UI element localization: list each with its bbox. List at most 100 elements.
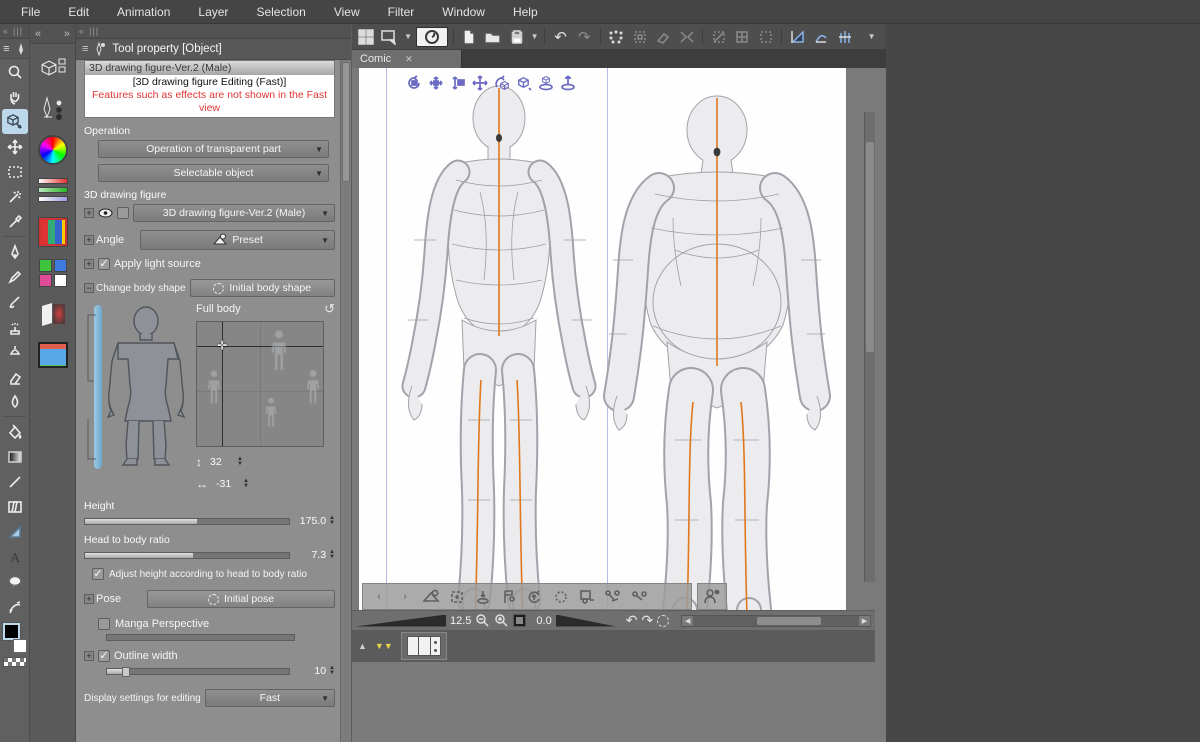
clear-icon[interactable]: [653, 27, 674, 47]
menu-filter[interactable]: Filter: [375, 0, 428, 24]
edit-figure-button[interactable]: [697, 583, 727, 610]
close-icon[interactable]: ✕: [405, 54, 413, 65]
figure-male-slim[interactable]: [384, 80, 614, 662]
hand-tool[interactable]: [2, 84, 28, 109]
blend-tool[interactable]: [2, 389, 28, 414]
frame-select-icon[interactable]: [756, 27, 777, 47]
zoom-slider[interactable]: [356, 615, 446, 627]
foreground-color-swatch[interactable]: [3, 623, 20, 640]
color-set-panel-icon[interactable]: [36, 215, 70, 249]
figure-male-heavy[interactable]: [595, 90, 839, 662]
visibility-eye-icon[interactable]: [98, 208, 113, 218]
frame-border-tool[interactable]: [2, 494, 28, 519]
clip-studio-logo[interactable]: [416, 27, 448, 47]
menu-selection[interactable]: Selection: [243, 0, 318, 24]
ratio-slider[interactable]: [84, 552, 290, 559]
selectable-object-dropdown[interactable]: Selectable object ▼: [98, 164, 329, 182]
rotation-value[interactable]: 0.0: [536, 615, 551, 627]
menu-help[interactable]: Help: [500, 0, 551, 24]
object-root-icon[interactable]: [559, 74, 577, 92]
joint-unlock-icon[interactable]: [629, 587, 649, 607]
eyedropper-tool[interactable]: [2, 209, 28, 234]
initial-pose-button[interactable]: Initial pose: [147, 590, 335, 608]
joint-lock-icon[interactable]: [603, 587, 623, 607]
object-ground-icon[interactable]: [537, 74, 555, 92]
scroll-left-icon[interactable]: ◀: [682, 616, 693, 626]
outline-width-checkbox[interactable]: ✓: [98, 650, 110, 662]
body-shape-grid[interactable]: ✛: [196, 321, 324, 447]
height-slider[interactable]: [84, 518, 290, 525]
decoration-tool[interactable]: [2, 339, 28, 364]
grid-cursor[interactable]: ✛: [217, 340, 228, 351]
focus-object-icon[interactable]: [447, 587, 467, 607]
prev-arrow-icon[interactable]: ‹: [369, 587, 389, 607]
pose-flag-icon[interactable]: [499, 587, 519, 607]
undo-icon[interactable]: ↶: [550, 27, 571, 47]
horizontal-shape-value[interactable]: -31: [216, 478, 236, 490]
register-pose-icon[interactable]: [577, 587, 597, 607]
scale-rotate-icon[interactable]: [708, 27, 729, 47]
timeline-panel-icon[interactable]: [36, 338, 70, 372]
collapse-left-icon[interactable]: «: [79, 26, 85, 36]
eraser-tool[interactable]: [2, 364, 28, 389]
page-thumbnail-button[interactable]: [401, 632, 447, 660]
open-file-icon[interactable]: [483, 27, 504, 47]
correct-line-tool[interactable]: [2, 594, 28, 619]
zoom-tool[interactable]: [2, 59, 28, 84]
object-rotate-icon[interactable]: [493, 74, 511, 92]
next-arrow-icon[interactable]: ›: [395, 587, 415, 607]
selected-subtool-strip[interactable]: 3D drawing figure-Ver.2 (Male): [84, 60, 335, 75]
ratio-spinner[interactable]: ▲▼: [329, 550, 335, 560]
outline-width-slider[interactable]: [106, 668, 290, 675]
outline-spinner[interactable]: ▲▼: [329, 666, 335, 676]
camera-angle-icon[interactable]: [421, 587, 441, 607]
zoom-in-icon[interactable]: [494, 613, 509, 628]
canvas-vertical-scrollbar[interactable]: [864, 112, 875, 582]
snap-grid-icon[interactable]: [835, 27, 856, 47]
mesh-transform-icon[interactable]: [732, 27, 753, 47]
pen-tool[interactable]: [2, 239, 28, 264]
new-file-icon[interactable]: [459, 27, 480, 47]
figure-tool[interactable]: [2, 469, 28, 494]
gradient-tool[interactable]: [2, 444, 28, 469]
ratio-value[interactable]: 7.3: [296, 549, 326, 561]
menu-view[interactable]: View: [321, 0, 373, 24]
apply-light-source-checkbox[interactable]: ✓: [98, 258, 110, 270]
rotate-cw-icon[interactable]: ↷: [641, 612, 653, 629]
menu-layer[interactable]: Layer: [185, 0, 241, 24]
tool-property-scrollbar[interactable]: [340, 60, 351, 742]
initial-body-shape-button[interactable]: Initial body shape: [190, 279, 335, 297]
color-mixing-panel-icon[interactable]: [36, 256, 70, 290]
switch-app-icon[interactable]: [380, 27, 401, 47]
menu-file[interactable]: File: [8, 0, 53, 24]
tab-comic[interactable]: Comic ✕: [352, 50, 462, 68]
light-source-expander[interactable]: +: [84, 259, 94, 269]
menu-window[interactable]: Window: [429, 0, 498, 24]
canvas-page[interactable]: [359, 68, 846, 662]
palette-menu-icon[interactable]: ≡: [3, 43, 9, 55]
figure-dropdown[interactable]: 3D drawing figure-Ver.2 (Male) ▼: [133, 204, 335, 222]
switch-app-dropdown-icon[interactable]: ▼: [403, 27, 412, 47]
marquee-tool[interactable]: [2, 159, 28, 184]
camera-zoom-icon[interactable]: [449, 74, 467, 92]
reset-rotation-icon[interactable]: [657, 615, 669, 627]
fit-to-screen-icon[interactable]: [513, 614, 526, 627]
reset-grid-icon[interactable]: ↺: [324, 301, 335, 317]
brush-tool[interactable]: [2, 289, 28, 314]
figure-expander[interactable]: +: [84, 208, 94, 218]
viewport[interactable]: ‹ › 12.5 0.0 ↶ ↷ ◀: [352, 68, 875, 662]
height-spinner[interactable]: ▲▼: [329, 516, 335, 526]
display-settings-dropdown[interactable]: Fast ▼: [205, 689, 335, 707]
vertical-spinner[interactable]: ▲▼: [237, 457, 243, 467]
camera-rotate-icon[interactable]: [405, 74, 423, 92]
initial-pose-icon[interactable]: [551, 587, 571, 607]
manga-perspective-checkbox[interactable]: [98, 618, 110, 630]
fill-tool[interactable]: [2, 419, 28, 444]
rotate-figure-icon[interactable]: [525, 587, 545, 607]
drop-to-ground-icon[interactable]: [473, 587, 493, 607]
zoom-value[interactable]: 12.5: [450, 615, 471, 627]
camera-pan-icon[interactable]: [427, 74, 445, 92]
angle-expander[interactable]: +: [84, 235, 94, 245]
ruler-tool[interactable]: [2, 519, 28, 544]
save-dropdown-icon[interactable]: ▼: [530, 27, 539, 47]
